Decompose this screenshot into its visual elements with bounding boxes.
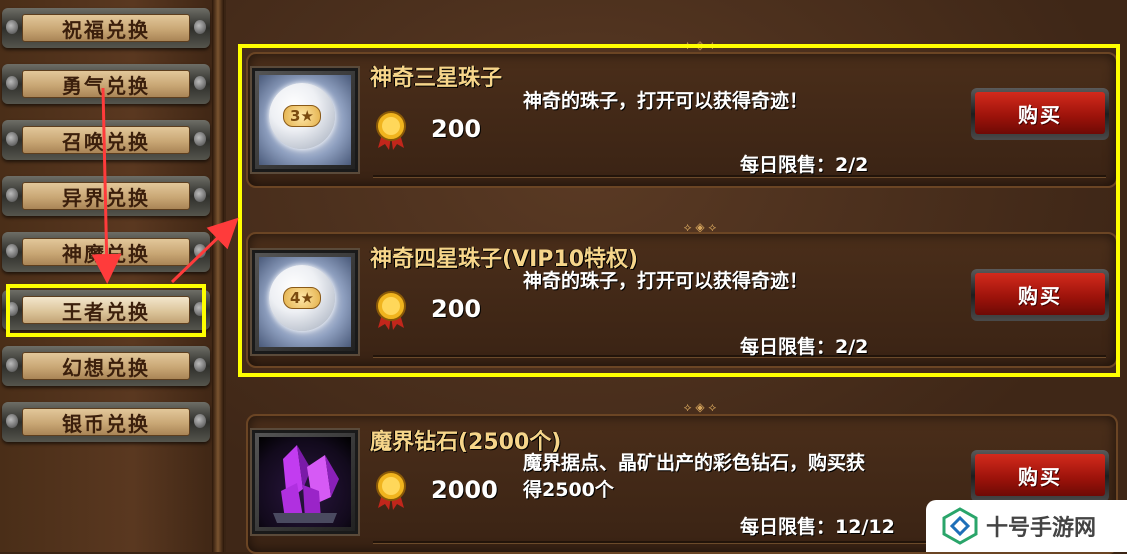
ornament-divider: ⟡ ◈ ⟡ [683, 399, 717, 414]
item-description-line-2: 得2500个 [523, 479, 614, 501]
watermark-logo-icon [942, 507, 978, 545]
tab-fantasy-exchange[interactable]: 幻想兑换 [2, 346, 210, 386]
purple-crystal-icon [273, 445, 339, 523]
gold-medal-icon [376, 471, 406, 510]
buy-button[interactable]: 购买 [971, 450, 1109, 502]
tab-label: 神魔兑换 [62, 241, 150, 266]
buy-button-label: 购买 [975, 454, 1105, 496]
item-description: 魔界据点、晶矿出产的彩色钻石，购买获 得2500个 [523, 450, 865, 504]
daily-limit: 每日限售：12/12 [740, 512, 895, 539]
tab-otherworld-exchange[interactable]: 异界兑换 [2, 176, 210, 216]
exchange-category-sidebar: 祝福兑换 勇气兑换 召唤兑换 异界兑换 神魔兑换 王者兑换 幻想兑换 银币兑换 [0, 0, 222, 552]
tab-label: 勇气兑换 [62, 73, 150, 98]
highlight-box-items [238, 44, 1120, 377]
sidebar-divider [212, 0, 224, 552]
tab-label: 祝福兑换 [62, 17, 150, 42]
tab-blessing-exchange[interactable]: 祝福兑换 [2, 8, 210, 48]
tab-label: 幻想兑换 [62, 355, 150, 380]
daily-limit-value: 12/12 [835, 516, 895, 538]
site-watermark: 十号手游网 [926, 500, 1127, 552]
tab-label: 异界兑换 [62, 185, 150, 210]
daily-limit-label: 每日限售： [740, 516, 836, 538]
item-icon-frame [252, 430, 358, 534]
tab-courage-exchange[interactable]: 勇气兑换 [2, 64, 210, 104]
tab-summon-exchange[interactable]: 召唤兑换 [2, 120, 210, 160]
watermark-text: 十号手游网 [986, 516, 1097, 541]
tab-label: 银币兑换 [62, 411, 150, 436]
tab-label: 召唤兑换 [62, 129, 150, 154]
tab-silver-coin-exchange[interactable]: 银币兑换 [2, 402, 210, 442]
item-price: 2000 [431, 476, 498, 504]
selected-tab-highlight [6, 284, 206, 337]
item-description-line-1: 魔界据点、晶矿出产的彩色钻石，购买获 [523, 452, 866, 474]
tab-demon-god-exchange[interactable]: 神魔兑换 [2, 232, 210, 272]
